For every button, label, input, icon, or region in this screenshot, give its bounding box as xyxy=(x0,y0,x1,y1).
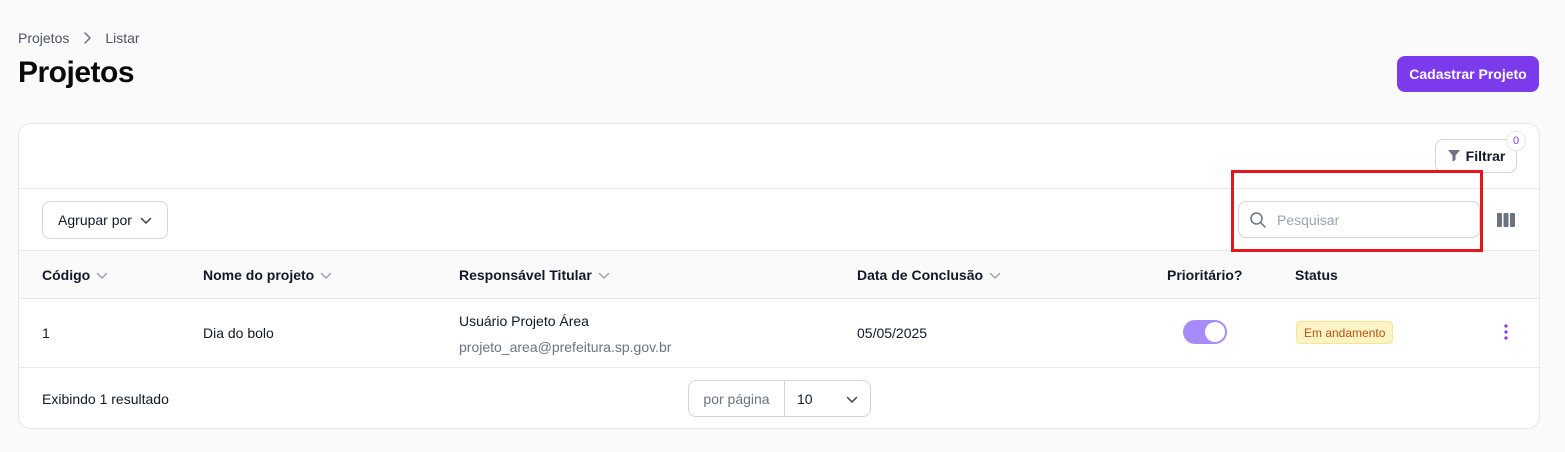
cell-nome: Dia do bolo xyxy=(203,325,274,341)
per-page-control: por página 10 xyxy=(688,380,871,417)
chevron-down-icon xyxy=(598,267,610,283)
column-label: Nome do projeto xyxy=(203,266,315,283)
filter-label: Filtrar xyxy=(1465,148,1506,164)
result-count: Exibindo 1 resultado xyxy=(42,391,169,407)
chevron-down-icon xyxy=(140,212,152,228)
status-badge: Em andamento xyxy=(1296,321,1394,344)
filter-count-badge: 0 xyxy=(1506,131,1526,151)
filter-button[interactable]: Filtrar xyxy=(1435,139,1517,173)
chevron-down-icon xyxy=(96,267,108,283)
cell-codigo: 1 xyxy=(42,325,50,341)
search-input[interactable] xyxy=(1277,211,1467,228)
column-header-codigo[interactable]: Código xyxy=(42,251,108,298)
cell-data: 05/05/2025 xyxy=(857,325,928,341)
cell-responsavel-email: projeto_area@prefeitura.sp.gov.br xyxy=(459,339,672,355)
breadcrumb-item-listar: Listar xyxy=(105,30,140,46)
column-label: Responsável Titular xyxy=(459,266,592,283)
per-page-select[interactable]: 10 xyxy=(785,381,870,416)
columns-icon[interactable] xyxy=(1495,209,1517,231)
filter-icon xyxy=(1447,148,1461,165)
column-header-prioritario: Prioritário? xyxy=(1167,251,1242,298)
group-by-label: Agrupar por xyxy=(58,212,132,228)
table-footer: Exibindo 1 resultado por página 10 xyxy=(19,368,1539,428)
column-label: Código xyxy=(42,266,91,283)
cadastrar-projeto-button[interactable]: Cadastrar Projeto xyxy=(1397,56,1539,92)
column-label: Prioritário? xyxy=(1167,266,1243,283)
prioritario-toggle[interactable] xyxy=(1183,320,1227,344)
chevron-right-icon xyxy=(83,32,92,44)
page-title: Projetos xyxy=(18,56,135,89)
kebab-menu-icon[interactable] xyxy=(1499,321,1513,343)
column-header-data[interactable]: Data de Conclusão xyxy=(857,251,1001,298)
column-header-nome[interactable]: Nome do projeto xyxy=(203,251,332,298)
per-page-label: por página xyxy=(689,381,785,416)
projects-card: Filtrar 0 Agrupar por Código Nome do pro… xyxy=(18,123,1540,429)
column-label: Data de Conclusão xyxy=(857,266,984,283)
chevron-down-icon xyxy=(846,391,858,407)
search-icon xyxy=(1239,211,1277,229)
filter-bar: Filtrar 0 xyxy=(19,124,1539,189)
per-page-value: 10 xyxy=(797,390,813,407)
column-header-status: Status xyxy=(1295,251,1338,298)
chevron-down-icon xyxy=(320,267,332,283)
search-field[interactable] xyxy=(1238,201,1480,238)
table-header: Código Nome do projeto Responsável Titul… xyxy=(19,250,1539,299)
toggle-knob xyxy=(1205,322,1225,342)
breadcrumb: Projetos Listar xyxy=(18,30,140,46)
breadcrumb-item-projetos[interactable]: Projetos xyxy=(18,30,69,46)
column-label: Status xyxy=(1295,266,1338,283)
table-toolbar: Agrupar por xyxy=(19,189,1539,250)
cell-responsavel-name: Usuário Projeto Área xyxy=(459,313,589,329)
table-row[interactable]: 1 Dia do bolo Usuário Projeto Área proje… xyxy=(19,299,1539,368)
group-by-button[interactable]: Agrupar por xyxy=(42,201,168,239)
column-header-responsavel[interactable]: Responsável Titular xyxy=(459,251,610,298)
chevron-down-icon xyxy=(989,267,1001,283)
